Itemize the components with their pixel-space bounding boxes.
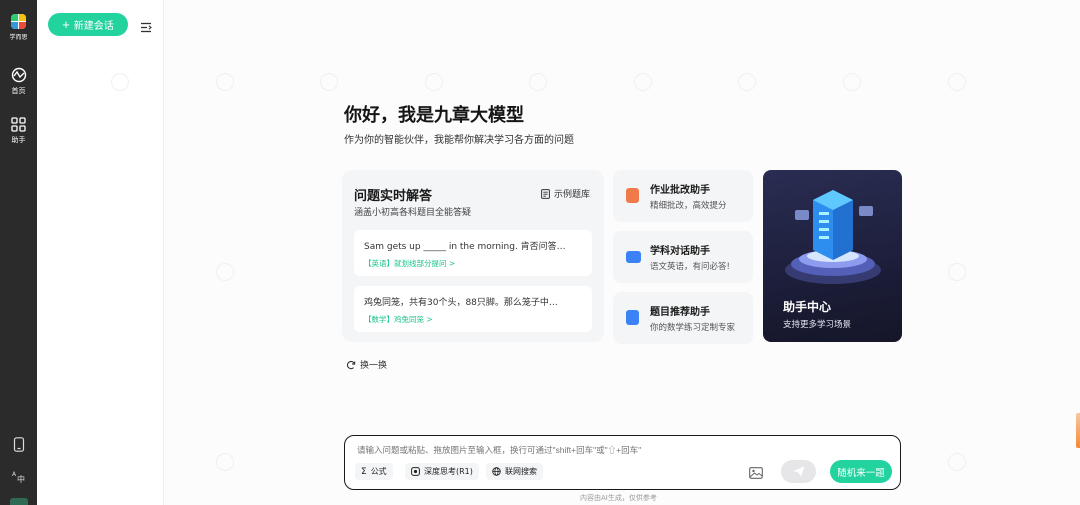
watermark-icon	[529, 73, 547, 91]
watermark-icon	[948, 263, 966, 281]
assistant-title: 学科对话助手	[650, 246, 710, 257]
watermark-icon	[843, 73, 861, 91]
assistant-card-homework[interactable]: 作业批改助手 精细批改，高效提分	[613, 170, 753, 222]
ai-disclaimer: 内容由AI生成，仅供参考	[580, 494, 657, 502]
deep-think-icon	[411, 467, 420, 476]
refresh-button[interactable]: 换一换	[346, 358, 387, 371]
sigma-icon: Σ	[361, 466, 367, 477]
image-icon	[749, 467, 763, 479]
random-question-button[interactable]: 随机来一题	[830, 460, 892, 483]
rail-bottom-tab[interactable]	[10, 498, 28, 505]
conversation-panel: + 新建会话	[37, 0, 164, 505]
watermark-icon	[425, 73, 443, 91]
logo-icon	[11, 14, 26, 29]
upload-image-button[interactable]	[749, 464, 763, 483]
chat-bubble-icon	[626, 251, 641, 263]
mobile-app-button[interactable]	[0, 437, 37, 452]
collapse-icon	[141, 22, 152, 33]
assistant-card-recommend[interactable]: 题目推荐助手 你的数学练习定制专家	[613, 292, 753, 344]
globe-icon	[492, 467, 501, 476]
refresh-icon	[346, 360, 356, 369]
question-tag: 【数学】鸡兔同笼 >	[364, 315, 433, 324]
hub-illustration	[785, 190, 881, 284]
sigma-book-icon	[626, 310, 639, 325]
assistant-desc: 语文英语，有问必答!	[650, 262, 730, 272]
new-chat-label: 新建会话	[73, 21, 114, 32]
plus-icon: +	[62, 17, 70, 32]
qa-card-title: 问题实时解答	[354, 189, 433, 204]
watermark-icon	[738, 73, 756, 91]
assistant-card-dialogue[interactable]: 学科对话助手 语文英语，有问必答!	[613, 231, 753, 283]
paper-plane-icon	[793, 466, 804, 477]
sample-bank-label: 示例题库	[553, 190, 590, 200]
app-logo[interactable]: 学而思	[6, 14, 31, 41]
pulse-icon	[11, 67, 26, 83]
assistant-title: 作业批改助手	[650, 185, 710, 196]
deep-think-toggle[interactable]: 深度思考(R1)	[405, 463, 479, 480]
main-area: 你好，我是九章大模型 作为你的智能伙伴，我能帮你解决学习各方面的问题 问题实时解…	[111, 0, 1080, 505]
language-switch-button[interactable]: A中	[0, 469, 37, 483]
watermark-icon	[216, 73, 234, 91]
web-search-label: 联网搜索	[505, 467, 537, 476]
rail-item-home[interactable]: 首页	[0, 67, 37, 96]
left-rail: 学而思 首页 助手 A中	[0, 0, 37, 505]
page-title: 你好，我是九章大模型	[344, 105, 524, 126]
watermark-icon	[634, 73, 652, 91]
watermark-icon	[948, 453, 966, 471]
message-input[interactable]	[357, 445, 877, 455]
question-item[interactable]: Sam gets up _____ in the morning. 肯否问答… …	[354, 230, 592, 276]
assistant-desc: 你的数学练习定制专家	[650, 323, 736, 333]
grid-icon	[11, 117, 26, 132]
formula-label: 公式	[370, 467, 387, 476]
sample-bank-link[interactable]: 示例题库	[541, 187, 590, 200]
page-subtitle: 作为你的智能伙伴，我能帮你解决学习各方面的问题	[344, 135, 574, 146]
deep-think-label: 深度思考(R1)	[424, 467, 473, 476]
question-tag: 【英语】就划线部分提问 >	[364, 259, 456, 268]
hub-desc: 支持更多学习场景	[783, 320, 852, 330]
formula-button[interactable]: Σ 公式	[355, 463, 393, 480]
assistant-desc: 精细批改，高效提分	[650, 201, 727, 211]
rail-item-assistant-label: 助手	[11, 136, 26, 144]
question-text: Sam gets up _____ in the morning. 肯否问答…	[364, 242, 566, 252]
question-item[interactable]: 鸡兔同笼，共有30个头，88只脚。那么笼子中… 【数学】鸡兔同笼 >	[354, 286, 592, 332]
rail-item-assistant[interactable]: 助手	[0, 117, 37, 145]
watermark-icon	[216, 263, 234, 281]
send-button[interactable]	[781, 460, 816, 483]
qa-card-description: 涵盖小初高各科题目全能答疑	[354, 208, 472, 218]
mobile-icon	[13, 437, 24, 452]
watermark-icon	[216, 453, 234, 471]
assistant-hub-card[interactable]: 助手中心 支持更多学习场景	[763, 170, 902, 342]
question-text: 鸡兔同笼，共有30个头，88只脚。那么笼子中…	[364, 298, 558, 308]
watermark-icon	[948, 73, 966, 91]
web-search-toggle[interactable]: 联网搜索	[486, 463, 543, 480]
watermark-icon	[320, 73, 338, 91]
svg-text:中: 中	[17, 474, 25, 483]
hub-title: 助手中心	[783, 300, 832, 314]
composer: Σ 公式 深度思考(R1) 联网搜索 随机来一题	[344, 435, 901, 490]
new-chat-button[interactable]: + 新建会话	[48, 13, 128, 36]
collapse-sidebar-button[interactable]	[140, 18, 152, 37]
refresh-label: 换一换	[360, 361, 388, 371]
document-icon	[541, 188, 550, 199]
assistant-title: 题目推荐助手	[650, 307, 710, 318]
rail-item-home-label: 首页	[11, 87, 26, 95]
homework-correction-icon	[626, 188, 639, 203]
brand-name: 学而思	[9, 34, 28, 41]
qa-card: 问题实时解答 涵盖小初高各科题目全能答疑 示例题库 Sam gets up __…	[342, 170, 604, 342]
language-icon: A中	[12, 471, 25, 483]
floating-side-tab[interactable]	[1076, 413, 1080, 448]
watermark-icon	[111, 73, 129, 91]
